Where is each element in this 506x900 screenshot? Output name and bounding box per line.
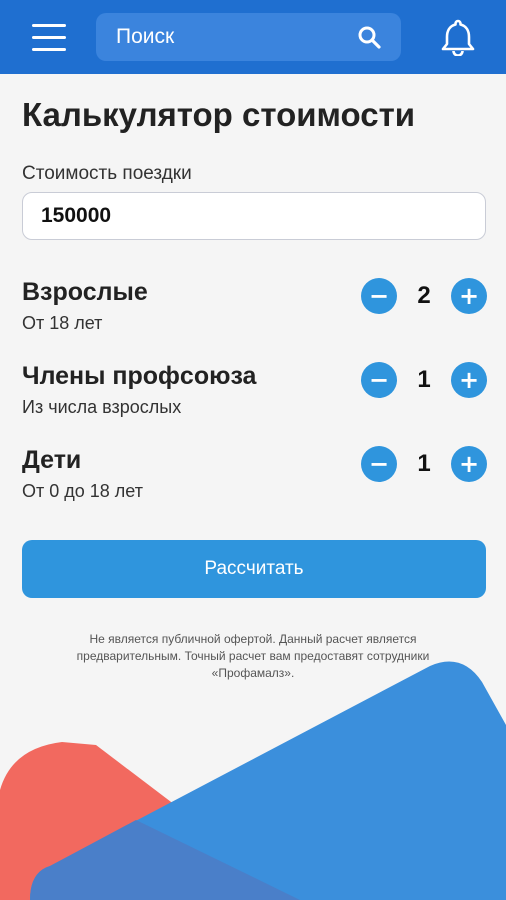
children-increment-button[interactable]: + <box>451 446 487 482</box>
page-title: Калькулятор стоимости <box>22 96 416 133</box>
union-members-increment-button[interactable]: + <box>451 362 487 398</box>
red-shape <box>0 742 300 900</box>
union-members-row: Члены профсоюза Из числа взрослых − 1 + <box>0 362 506 432</box>
overlap-shape <box>30 820 300 900</box>
children-subtitle: От 0 до 18 лет <box>22 481 143 501</box>
children-row: Дети От 0 до 18 лет − 1 + <box>0 446 506 516</box>
union-members-title: Члены профсоюза <box>22 362 257 390</box>
blue-shape <box>30 661 506 900</box>
hamburger-menu-icon[interactable] <box>32 24 66 52</box>
union-members-count: 1 <box>417 366 431 393</box>
children-decrement-button[interactable]: − <box>361 446 397 482</box>
adults-subtitle: От 18 лет <box>22 313 103 333</box>
trip-cost-label: Стоимость поездки <box>22 163 192 184</box>
search-box <box>96 13 401 61</box>
union-members-decrement-button[interactable]: − <box>361 362 397 398</box>
adults-title: Взрослые <box>22 278 148 306</box>
adults-count: 2 <box>417 282 431 309</box>
adults-decrement-button[interactable]: − <box>361 278 397 314</box>
children-count: 1 <box>417 450 431 477</box>
union-members-subtitle: Из числа взрослых <box>22 397 182 417</box>
adults-increment-button[interactable]: + <box>451 278 487 314</box>
adults-row: Взрослые От 18 лет − 2 + <box>0 278 506 348</box>
top-app-bar <box>0 0 506 74</box>
disclaimer-text: Не является публичной офертой. Данный ра… <box>76 632 430 680</box>
calculate-button[interactable]: Рассчитать <box>22 540 486 598</box>
bell-icon[interactable] <box>440 18 476 56</box>
children-title: Дети <box>22 446 82 474</box>
search-icon[interactable] <box>357 25 381 49</box>
trip-cost-field[interactable] <box>22 192 486 240</box>
search-input[interactable] <box>96 13 346 61</box>
